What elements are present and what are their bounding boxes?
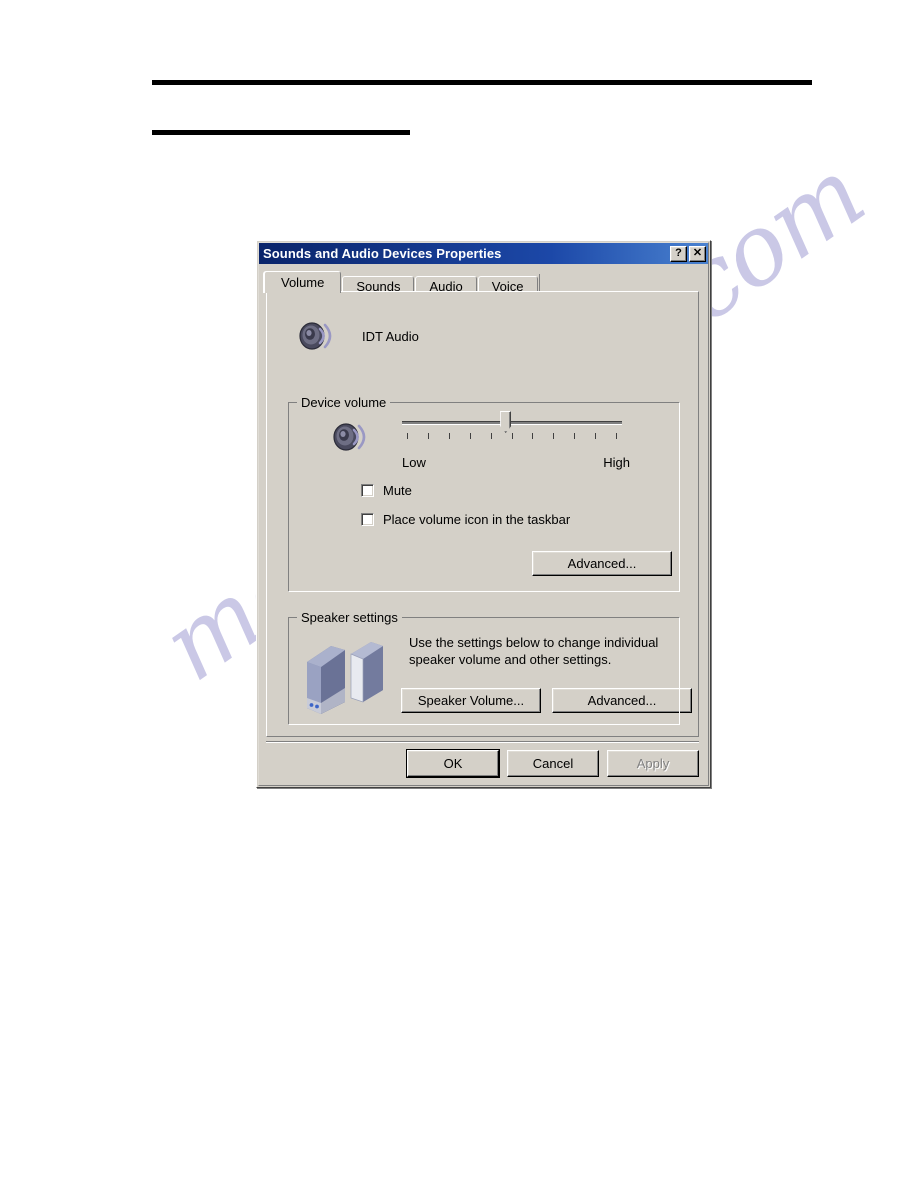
speaker-volume-button[interactable]: Speaker Volume... — [401, 688, 541, 713]
slider-tick — [407, 433, 408, 439]
close-icon[interactable]: ✕ — [689, 245, 706, 262]
place-volume-icon-checkbox[interactable] — [361, 513, 374, 526]
mute-checkbox[interactable] — [361, 484, 374, 497]
page-section-rule — [152, 130, 410, 135]
tab-volume[interactable]: Volume — [264, 271, 342, 293]
slider-thumb[interactable] — [500, 411, 512, 433]
taskbar-icon-checkbox-row[interactable]: Place volume icon in the taskbar — [361, 512, 570, 527]
speakers-icon — [307, 642, 383, 714]
place-volume-icon-label: Place volume icon in the taskbar — [383, 512, 571, 527]
apply-button: Apply — [607, 750, 699, 777]
slider-tick — [616, 433, 617, 439]
slider-track[interactable] — [402, 411, 622, 433]
speaker-icon — [333, 423, 366, 451]
dialog-titlebar: Sounds and Audio Devices Properties ? ✕ — [259, 243, 708, 264]
device-volume-group: Device volume Low High Mute Place volume… — [288, 395, 680, 592]
speaker-settings-description: Use the settings below to change individ… — [409, 635, 659, 667]
audio-device-row: IDT Audio — [297, 316, 419, 356]
speaker-settings-advanced-button[interactable]: Advanced... — [552, 688, 692, 713]
device-volume-slider[interactable] — [402, 411, 622, 441]
slider-range-labels: Low High — [402, 455, 630, 470]
slider-tick — [574, 433, 576, 439]
slider-high-label: High — [603, 455, 630, 470]
slider-tick — [448, 433, 450, 439]
mute-checkbox-row[interactable]: Mute — [361, 483, 412, 498]
speaker-settings-group-label: Speaker settings — [297, 610, 402, 625]
slider-tick-marks — [402, 433, 622, 441]
slider-tick — [532, 433, 534, 439]
slider-low-label: Low — [402, 455, 426, 470]
tab-strip: Volume Sounds Audio Voice — [264, 271, 699, 295]
slider-tick — [469, 433, 471, 439]
speaker-settings-group: Speaker settings Use the settings below … — [288, 610, 692, 725]
mute-label: Mute — [383, 483, 412, 498]
audio-device-name: IDT Audio — [362, 328, 419, 344]
slider-tick — [553, 433, 555, 439]
footer-separator — [266, 741, 699, 743]
cancel-button[interactable]: Cancel — [507, 750, 599, 777]
page-top-rule — [152, 80, 812, 85]
slider-tick — [490, 433, 492, 439]
slider-tick — [511, 433, 513, 439]
ok-button[interactable]: OK — [407, 750, 499, 777]
dialog-title: Sounds and Audio Devices Properties — [263, 246, 502, 261]
slider-tick — [427, 433, 429, 439]
sounds-and-audio-devices-dialog: Sounds and Audio Devices Properties ? ✕ … — [256, 240, 711, 788]
speaker-icon — [299, 322, 332, 350]
slider-tick — [595, 433, 597, 439]
help-icon[interactable]: ? — [670, 245, 687, 262]
volume-tab-panel: IDT Audio Device volume Low High Mute Pl… — [266, 291, 699, 737]
device-volume-group-label: Device volume — [297, 395, 391, 410]
device-volume-advanced-button[interactable]: Advanced... — [532, 551, 672, 576]
